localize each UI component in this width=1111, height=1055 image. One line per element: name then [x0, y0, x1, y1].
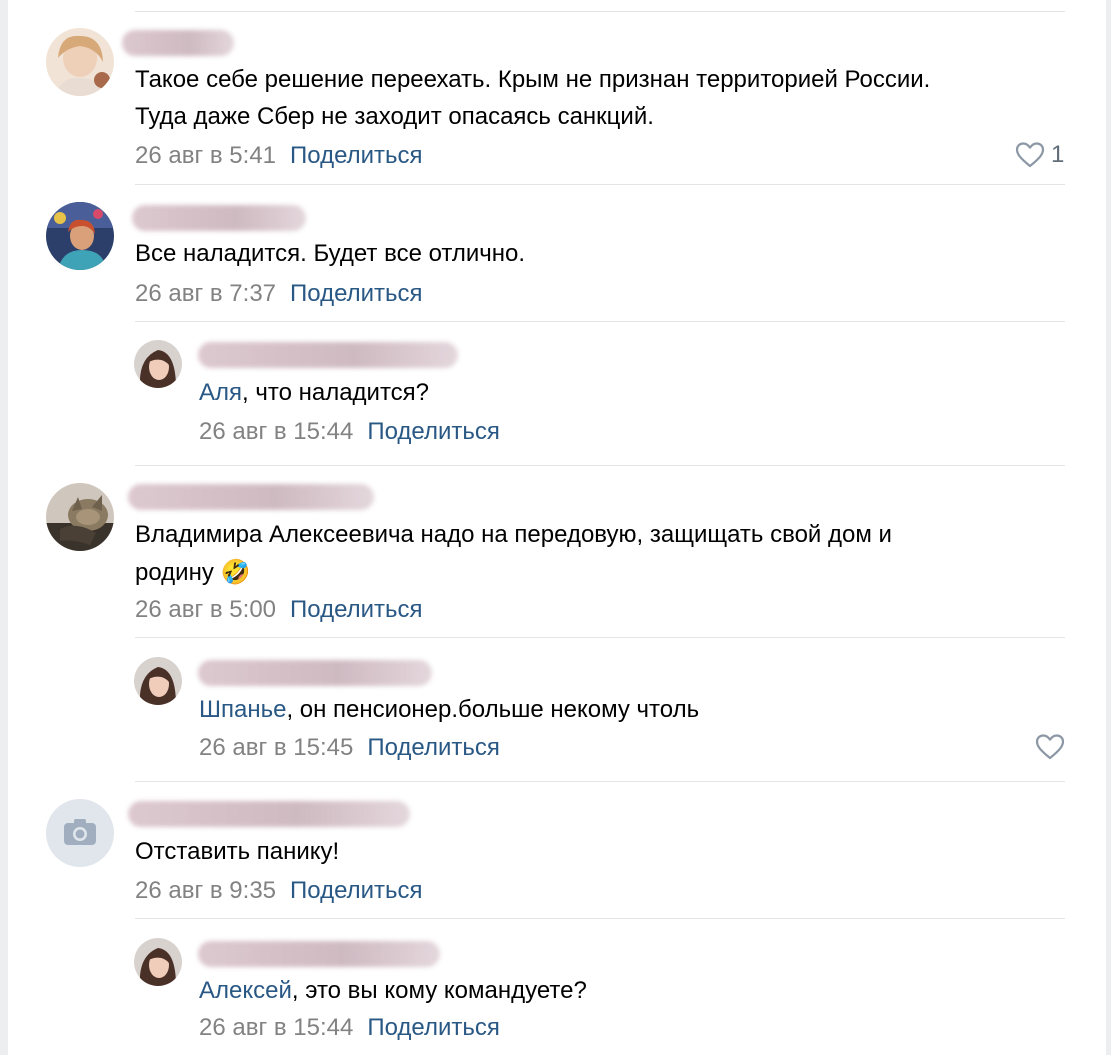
share-button[interactable]: Поделиться [290, 596, 423, 623]
reply-date[interactable]: 26 авг в 15:45 [199, 734, 353, 761]
avatar[interactable] [134, 938, 182, 986]
author-name-redacted[interactable] [128, 484, 374, 510]
comment-text: Все наладится. Будет все отлично. [135, 240, 526, 267]
comment-text: Владимира Алексеевича надо на передовую,… [135, 521, 892, 548]
divider [135, 184, 1065, 185]
author-name-redacted[interactable] [198, 342, 458, 368]
reply-text: Алексей, это вы кому командуете? [199, 973, 587, 1009]
like-button[interactable]: 1 [1015, 141, 1064, 169]
author-name-redacted[interactable] [128, 801, 410, 827]
heart-icon [1015, 142, 1045, 168]
share-button[interactable]: Поделиться [290, 877, 423, 904]
author-name-redacted[interactable] [122, 30, 234, 56]
divider [135, 637, 1065, 638]
comment-date[interactable]: 26 авг в 9:35 [135, 877, 276, 904]
comment-text-line: родину [135, 559, 214, 586]
mention-link[interactable]: Шпанье [199, 696, 286, 723]
mention-link[interactable]: Алексей [199, 977, 292, 1004]
divider [135, 11, 1065, 12]
mention-link[interactable]: Аля [199, 379, 242, 406]
comment-text: Такое себе решение переехать. Крым не пр… [135, 66, 931, 93]
reply-body: , это вы кому командуете? [291, 977, 587, 1004]
avatar[interactable] [46, 202, 114, 270]
divider [135, 781, 1065, 782]
divider [135, 918, 1065, 919]
share-button[interactable]: Поделиться [290, 142, 423, 169]
like-count: 1 [1051, 141, 1065, 168]
divider [135, 465, 1065, 466]
reply-meta: 26 авг в 15:44 Поделиться [199, 417, 500, 447]
avatar[interactable] [46, 483, 114, 551]
author-name-redacted[interactable] [198, 660, 432, 686]
avatar[interactable] [46, 799, 114, 867]
reply-date[interactable]: 26 авг в 15:44 [199, 418, 353, 445]
reply-meta: 26 авг в 15:44 Поделиться [199, 1013, 500, 1043]
comment-text: родину 🤣 [135, 554, 250, 591]
share-button[interactable]: Поделиться [290, 280, 423, 307]
reply-text: Аля, что наладится? [199, 375, 429, 411]
reply-date[interactable]: 26 авг в 15:44 [199, 1014, 353, 1041]
comment-meta: 26 авг в 5:00 Поделиться [135, 595, 423, 625]
rofl-emoji-icon: 🤣 [220, 558, 251, 586]
share-button[interactable]: Поделиться [367, 418, 500, 445]
share-button[interactable]: Поделиться [367, 734, 500, 761]
reply-meta: 26 авг в 15:45 Поделиться [199, 733, 500, 763]
comment-meta: 26 авг в 7:37 Поделиться [135, 279, 423, 309]
like-button[interactable] [1035, 733, 1065, 761]
comment-meta: 26 авг в 9:35 Поделиться [135, 876, 423, 906]
comment-text: Отставить панику! [135, 838, 340, 865]
comment-date[interactable]: 26 авг в 5:00 [135, 596, 276, 623]
reply-body: , он пенсионер.больше некому чтоль [286, 696, 700, 723]
avatar[interactable] [134, 657, 182, 705]
heart-icon [1035, 734, 1065, 760]
author-name-redacted[interactable] [198, 941, 440, 967]
comment-text: Туда даже Сбер не заходит опасаясь санкц… [135, 103, 654, 130]
comment-date[interactable]: 26 авг в 5:41 [135, 142, 276, 169]
share-button[interactable]: Поделиться [367, 1014, 500, 1041]
comment-meta: 26 авг в 5:41 Поделиться [135, 141, 423, 171]
comment-date[interactable]: 26 авг в 7:37 [135, 280, 276, 307]
reply-text: Шпанье, он пенсионер.больше некому чтоль [199, 692, 699, 728]
reply-body: , что наладится? [242, 379, 430, 406]
divider [135, 321, 1065, 322]
avatar[interactable] [134, 340, 182, 388]
author-name-redacted[interactable] [132, 205, 306, 231]
avatar[interactable] [46, 28, 114, 96]
